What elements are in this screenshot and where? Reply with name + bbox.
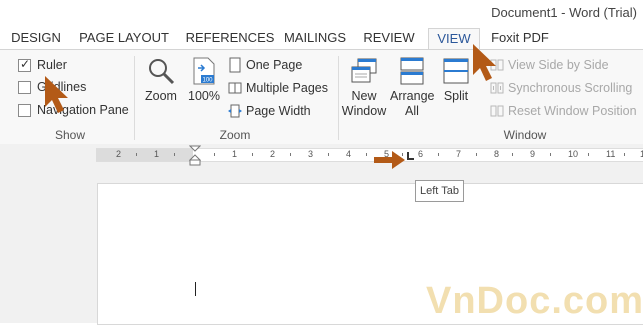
ruler-margin-area bbox=[96, 149, 193, 161]
page-width-button[interactable]: Page Width bbox=[228, 101, 311, 121]
ruler-number: 1 bbox=[232, 149, 238, 159]
magnifier-icon bbox=[149, 59, 175, 85]
indent-marker-icon[interactable] bbox=[189, 145, 201, 167]
page-100-icon: 100 bbox=[193, 57, 215, 85]
tab-review[interactable]: REVIEW bbox=[360, 28, 418, 50]
ruler-tick bbox=[174, 153, 175, 156]
reset-position-icon bbox=[490, 105, 504, 117]
arrange-all-label-line1: Arrange bbox=[390, 89, 435, 103]
zoom-label: Zoom bbox=[145, 89, 177, 103]
zoom-100-button[interactable]: 100 100% bbox=[186, 56, 222, 104]
pointer-arrow-icon bbox=[45, 76, 68, 113]
watermark-logo: VnDoc.com bbox=[426, 280, 643, 322]
split-label: Split bbox=[443, 89, 469, 103]
zoom-button[interactable]: Zoom bbox=[142, 56, 180, 104]
ruler-tick bbox=[476, 153, 477, 156]
arrange-all-icon bbox=[400, 57, 424, 85]
ruler-checkbox-row[interactable]: ✓ Ruler bbox=[18, 56, 67, 74]
ruler-number: 4 bbox=[346, 149, 352, 159]
new-window-icon bbox=[351, 58, 377, 83]
new-window-button[interactable]: New Window bbox=[340, 56, 388, 119]
ruler-number: 9 bbox=[530, 149, 536, 159]
navigation-pane-checkbox[interactable] bbox=[18, 103, 31, 117]
ruler-number: 1 bbox=[154, 149, 160, 159]
tab-mailings[interactable]: MAILINGS bbox=[280, 28, 350, 50]
view-side-by-side-button[interactable]: View Side by Side bbox=[490, 55, 609, 75]
ruler-number: 2 bbox=[270, 149, 276, 159]
reset-window-position-label: Reset Window Position bbox=[508, 104, 637, 118]
multiple-pages-label: Multiple Pages bbox=[246, 81, 328, 95]
ruler-tick bbox=[438, 153, 439, 156]
ruler-checkbox[interactable]: ✓ bbox=[18, 57, 31, 72]
tab-design[interactable]: DESIGN bbox=[8, 28, 64, 50]
group-separator bbox=[338, 56, 339, 140]
pointer-arrow-icon bbox=[473, 44, 496, 81]
text-cursor bbox=[195, 282, 196, 296]
synchronous-scrolling-label: Synchronous Scrolling bbox=[508, 81, 633, 95]
window-group-label: Window bbox=[503, 128, 547, 142]
new-window-label-line2: Window bbox=[341, 104, 387, 118]
ruler-number: 7 bbox=[456, 149, 462, 159]
ruler-number: 11 bbox=[606, 149, 616, 159]
one-page-icon bbox=[229, 57, 241, 73]
ruler-label: Ruler bbox=[37, 58, 67, 72]
new-window-label-line1: New bbox=[351, 89, 377, 103]
multiple-pages-button[interactable]: Multiple Pages bbox=[228, 78, 328, 98]
synchronous-scrolling-button[interactable]: Synchronous Scrolling bbox=[490, 78, 632, 98]
ruler-number: 10 bbox=[568, 149, 579, 159]
split-icon bbox=[443, 58, 469, 84]
ruler-number: 8 bbox=[494, 149, 500, 159]
ruler-tick bbox=[290, 153, 291, 156]
navigation-pane-checkbox-row[interactable]: Navigation Pane bbox=[18, 101, 129, 119]
svg-text:100: 100 bbox=[202, 78, 213, 84]
tab-page-layout[interactable]: PAGE LAYOUT bbox=[76, 28, 172, 50]
multiple-pages-icon bbox=[228, 82, 242, 94]
one-page-button[interactable]: One Page bbox=[228, 55, 302, 75]
ruler-number: 2 bbox=[116, 149, 122, 159]
ruler-tick bbox=[512, 153, 513, 156]
zoom-100-label: 100% bbox=[188, 89, 220, 103]
ruler-tick bbox=[328, 153, 329, 156]
view-side-by-side-label: View Side by Side bbox=[508, 58, 609, 72]
ruler-tick bbox=[588, 153, 589, 156]
zoom-group-label: Zoom bbox=[219, 128, 251, 142]
arrange-all-button[interactable]: Arrange All bbox=[390, 56, 434, 119]
right-arrow-icon bbox=[374, 151, 405, 169]
left-tab-marker-icon[interactable] bbox=[407, 152, 415, 160]
ribbon: ✓ Ruler Gridlines Navigation Pane Show Z… bbox=[0, 49, 643, 145]
ruler-tick bbox=[624, 153, 625, 156]
ribbon-tabs: DESIGN PAGE LAYOUT REFERENCES MAILINGS R… bbox=[0, 24, 643, 52]
ruler-tick bbox=[550, 153, 551, 156]
split-button[interactable]: Split bbox=[438, 56, 474, 104]
ruler-tick bbox=[366, 153, 367, 156]
page-width-icon bbox=[228, 104, 242, 118]
group-separator bbox=[134, 56, 135, 140]
title-bar: Document1 - Word (Trial) bbox=[0, 0, 643, 24]
ruler-number: 6 bbox=[418, 149, 424, 159]
ruler-tick bbox=[252, 153, 253, 156]
ruler-number: 3 bbox=[308, 149, 314, 159]
ruler-tick bbox=[214, 153, 215, 156]
gridlines-checkbox[interactable] bbox=[18, 80, 31, 94]
show-group-label: Show bbox=[54, 128, 86, 142]
ruler-tick bbox=[136, 153, 137, 156]
window-title: Document1 - Word (Trial) bbox=[491, 5, 637, 20]
left-tab-tooltip: Left Tab bbox=[415, 180, 464, 202]
arrange-all-label-line2: All bbox=[405, 104, 419, 118]
tab-references[interactable]: REFERENCES bbox=[183, 28, 277, 50]
horizontal-ruler[interactable]: 2 1 1 2 3 4 5 6 7 8 9 10 11 12 bbox=[96, 148, 643, 162]
page-width-label: Page Width bbox=[246, 104, 311, 118]
one-page-label: One Page bbox=[246, 58, 303, 72]
reset-window-position-button[interactable]: Reset Window Position bbox=[490, 101, 637, 121]
